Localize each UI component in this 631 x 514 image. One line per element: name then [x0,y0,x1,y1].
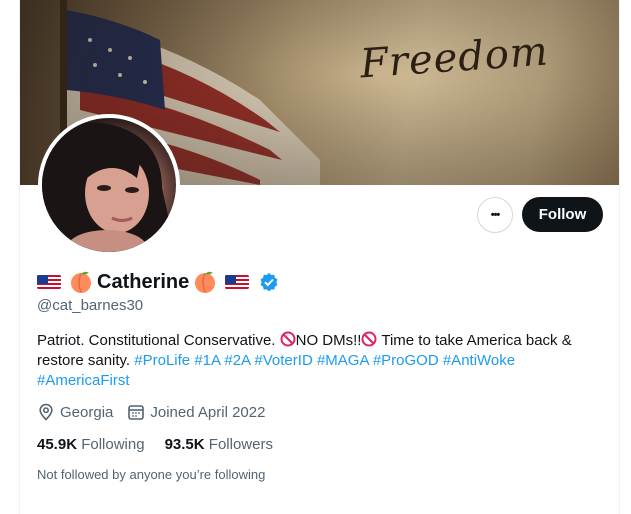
follow-counts: 45.9K Following 93.5K Followers [37,436,273,453]
hashtag-link[interactable]: #AmericaFirst [37,372,130,389]
hashtag-link[interactable]: #VoterID [254,352,312,369]
more-options-button[interactable]: ••• [477,197,513,233]
avatar[interactable] [38,114,180,256]
display-name: Catherine [37,270,279,294]
location-pin-icon [39,403,53,421]
profile-handle: @cat_barnes30 [37,297,144,314]
hashtag-link[interactable]: #ProGOD [373,352,439,369]
hashtag-link[interactable]: #AntiWoke [443,352,515,369]
prohibited-icon [280,331,296,347]
following-link[interactable]: 45.9K Following [37,436,145,453]
profile-name: Catherine [97,270,190,293]
join-date: Joined April 2022 [127,403,265,421]
us-flag-icon [225,274,250,290]
mutual-followers-note: Not followed by anyone you’re following [37,467,266,482]
follow-button[interactable]: Follow [522,197,603,232]
more-dots-icon: ••• [490,209,501,221]
peach-icon [193,270,217,294]
hashtag-link[interactable]: #2A [224,352,250,369]
hashtag-link[interactable]: #ProLife [134,352,190,369]
profile-meta: Georgia Joined April 2022 [37,403,265,421]
peach-icon [69,270,93,294]
location: Georgia [37,403,113,421]
verified-badge-icon[interactable] [259,272,279,292]
hashtag-link[interactable]: #1A [194,352,220,369]
followers-link[interactable]: 93.5K Followers [165,436,273,453]
profile-bio: Patriot. Constitutional Conservative. NO… [37,331,572,389]
calendar-icon [128,405,145,420]
hashtag-link[interactable]: #MAGA [317,352,369,369]
prohibited-icon [361,331,377,347]
profile-column: Freedom ••• Follow Catherine @cat_barnes… [19,0,620,514]
us-flag-icon [37,274,61,290]
